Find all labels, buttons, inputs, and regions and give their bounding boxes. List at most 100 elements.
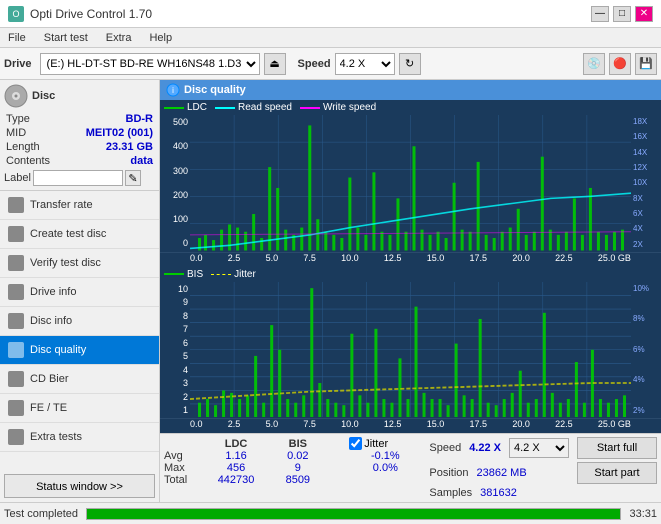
sidebar-item-extra-tests[interactable]: Extra tests — [0, 423, 159, 452]
sidebar-item-disc-info[interactable]: Disc info — [0, 307, 159, 336]
bis-legend-item: BIS — [164, 269, 203, 280]
start-part-button[interactable]: Start part — [577, 462, 657, 484]
avg-row: Avg 1.16 0.02 -0.1% — [164, 450, 421, 462]
jitter-checkbox-label[interactable]: Jitter — [349, 437, 421, 450]
label-input[interactable] — [33, 170, 123, 186]
eject-icon[interactable]: ⏏ — [264, 53, 286, 75]
sidebar-item-fe-te[interactable]: FE / TE — [0, 394, 159, 423]
disc-mid-row: MID MEIT02 (001) — [4, 126, 155, 140]
write-speed-legend-color — [300, 107, 320, 109]
avg-bis: 0.02 — [267, 450, 329, 462]
ldc-col-header: LDC — [205, 437, 267, 450]
start-full-button[interactable]: Start full — [577, 437, 657, 459]
disc-label-row: Label ✎ — [4, 170, 155, 186]
write-speed-legend-item: Write speed — [300, 102, 376, 113]
top-legend: LDC Read speed Write speed — [160, 100, 661, 115]
sidebar-item-create-test-disc[interactable]: Create test disc — [0, 220, 159, 249]
speed-stat-value: 4.22 X — [469, 442, 501, 454]
position-value: 23862 MB — [477, 467, 527, 479]
save-icon[interactable]: 💾 — [635, 53, 657, 75]
speed-label: Speed — [298, 58, 331, 70]
bis-col-header: BIS — [267, 437, 329, 450]
max-row: Max 456 9 0.0% — [164, 462, 421, 474]
menu-help[interactable]: Help — [145, 31, 176, 45]
total-bis: 8509 — [267, 474, 329, 486]
disc-info-rows: Type BD-R MID MEIT02 (001) Length 23.31 … — [4, 112, 155, 186]
samples-label: Samples — [429, 487, 472, 499]
speed-select[interactable]: 4.2 X — [335, 53, 395, 75]
app-icon: O — [8, 6, 24, 22]
jitter-checkbox[interactable] — [349, 437, 362, 450]
burn-icon[interactable]: 🔴 — [609, 53, 631, 75]
disc-quality-icon — [8, 342, 24, 358]
speed-stat-label: Speed — [429, 442, 461, 454]
disc-header: Disc — [4, 84, 155, 108]
sidebar-item-disc-quality[interactable]: Disc quality — [0, 336, 159, 365]
bot-y-axis-right: 10% 8% 6% 4% 2% — [631, 282, 661, 418]
drive-label: Drive — [4, 58, 32, 70]
minimize-button[interactable]: — — [591, 6, 609, 22]
sidebar-item-drive-info[interactable]: Drive info — [0, 278, 159, 307]
content-area: i Disc quality LDC Read speed — [160, 80, 661, 502]
max-jitter: 0.0% — [349, 462, 421, 474]
stats-header-row: LDC BIS Jitter — [164, 437, 421, 450]
label-edit-button[interactable]: ✎ — [125, 170, 141, 186]
status-window-button[interactable]: Status window >> — [4, 474, 155, 498]
refresh-icon[interactable]: ↻ — [399, 53, 421, 75]
total-row: Total 442730 8509 — [164, 474, 421, 486]
ldc-legend-color — [164, 107, 184, 109]
type-value: BD-R — [126, 113, 154, 125]
bot-chart-svg — [190, 282, 631, 418]
status-time: 33:31 — [629, 508, 657, 520]
total-label: Total — [164, 474, 205, 486]
avg-ldc: 1.16 — [205, 450, 267, 462]
bot-chart-container: BIS Jitter 10 9 8 7 6 5 4 — [160, 267, 661, 420]
sidebar-item-verify-test-disc[interactable]: Verify test disc — [0, 249, 159, 278]
disc-info-icon — [8, 313, 24, 329]
right-stats-area: Speed 4.22 X 4.2 X Start full Position 2… — [429, 437, 657, 499]
close-button[interactable]: ✕ — [635, 6, 653, 22]
top-chart-container: LDC Read speed Write speed 500 — [160, 100, 661, 253]
drivebar: Drive (E:) HL-DT-ST BD-RE WH16NS48 1.D3 … — [0, 48, 661, 80]
stats-table-area: LDC BIS Jitter Avg 1.16 0.0 — [164, 437, 421, 499]
maximize-button[interactable]: □ — [613, 6, 631, 22]
bot-chart-plot — [190, 282, 631, 418]
cd-bier-icon — [8, 371, 24, 387]
menu-extra[interactable]: Extra — [102, 31, 136, 45]
sidebar-item-cd-bier[interactable]: CD Bier — [0, 365, 159, 394]
quality-title: Disc quality — [184, 84, 246, 96]
titlebar-controls: — □ ✕ — [591, 6, 653, 22]
transfer-rate-icon — [8, 197, 24, 213]
stats-table: LDC BIS Jitter Avg 1.16 0.0 — [164, 437, 421, 486]
label-key: Label — [4, 172, 31, 184]
avg-label: Avg — [164, 450, 205, 462]
read-speed-legend-item: Read speed — [215, 102, 292, 113]
svg-text:i: i — [172, 86, 174, 95]
avg-jitter: -0.1% — [349, 450, 421, 462]
drive-select[interactable]: (E:) HL-DT-ST BD-RE WH16NS48 1.D3 — [40, 53, 260, 75]
disc-contents-row: Contents data — [4, 154, 155, 168]
titlebar-left: O Opti Drive Control 1.70 — [8, 6, 152, 22]
sidebar-item-label: Verify test disc — [30, 257, 101, 269]
bot-chart-with-axes: 10 9 8 7 6 5 4 3 2 1 — [160, 282, 661, 418]
charts-area: LDC Read speed Write speed 500 — [160, 100, 661, 433]
ldc-legend-item: LDC — [164, 102, 207, 113]
sidebar-item-transfer-rate[interactable]: Transfer rate — [0, 191, 159, 220]
top-chart-plot — [190, 115, 631, 251]
sidebar-item-label: Transfer rate — [30, 199, 93, 211]
disc-svg-icon — [4, 84, 28, 108]
total-ldc: 442730 — [205, 474, 267, 486]
mid-value: MEIT02 (001) — [86, 127, 153, 139]
menu-start-test[interactable]: Start test — [40, 31, 92, 45]
drive-info-icon — [8, 284, 24, 300]
menu-file[interactable]: File — [4, 31, 30, 45]
disc-icon[interactable]: 💿 — [583, 53, 605, 75]
length-label: Length — [6, 141, 40, 153]
disc-type-row: Type BD-R — [4, 112, 155, 126]
jitter-legend-item: Jitter — [211, 269, 256, 280]
length-value: 23.31 GB — [106, 141, 153, 153]
max-bis: 9 — [267, 462, 329, 474]
position-row: Position 23862 MB Start part — [429, 462, 657, 484]
menubar: File Start test Extra Help — [0, 28, 661, 48]
speed-stat-select[interactable]: 4.2 X — [509, 438, 569, 458]
